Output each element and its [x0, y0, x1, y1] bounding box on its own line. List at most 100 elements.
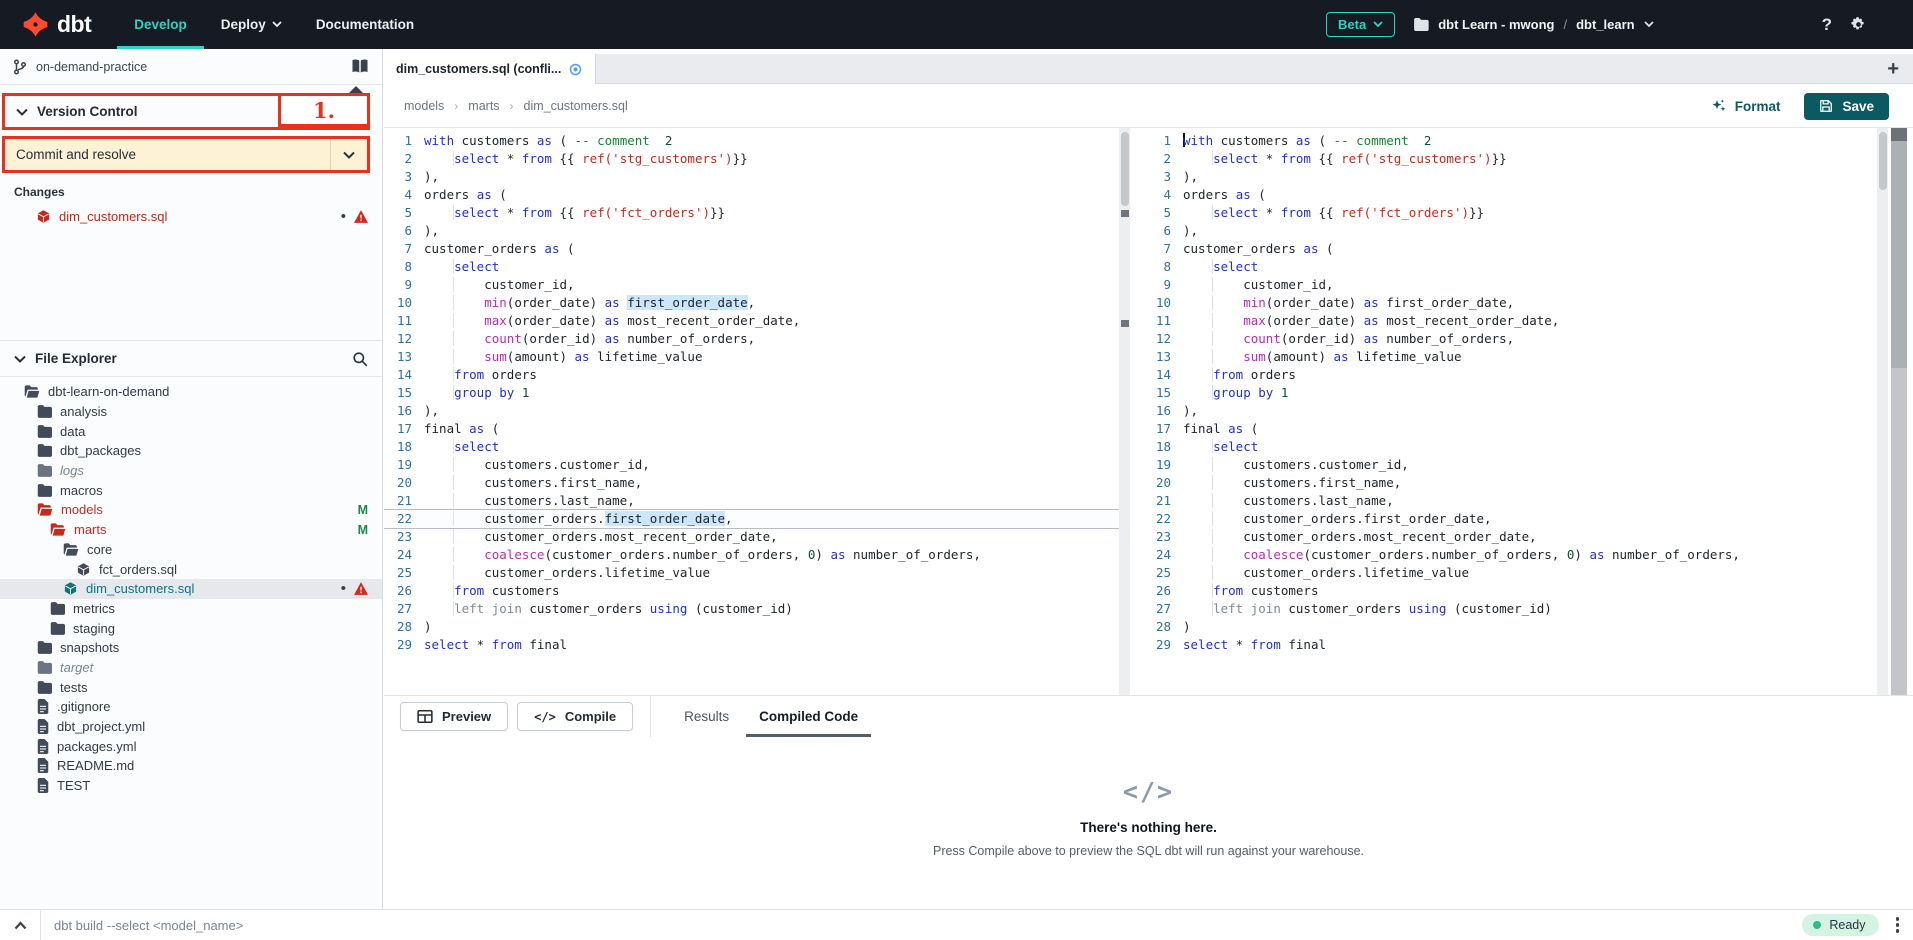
tree-item-macros[interactable]: macros	[0, 480, 382, 500]
breadcrumb-item[interactable]: dim_customers.sql	[524, 99, 628, 113]
code-line[interactable]: 24 coalesce(customer_orders.number_of_or…	[1143, 546, 1888, 564]
code-line[interactable]: 28)	[384, 618, 1130, 636]
tree-item-dbt-packages[interactable]: dbt_packages	[0, 441, 382, 461]
tree-item-fct-orders-sql[interactable]: fct_orders.sql	[0, 559, 382, 579]
code-line[interactable]: 27 left join customer_orders using (cust…	[384, 600, 1130, 618]
code-line[interactable]: 20 customers.first_name,	[1143, 474, 1888, 492]
code-line[interactable]: 3),	[1143, 168, 1888, 186]
tree-item-dbt-project-yml[interactable]: dbt_project.yml	[0, 717, 382, 737]
editor-pane-left[interactable]: 1with customers as ( -- comment 22 selec…	[384, 128, 1130, 695]
nav-link-develop[interactable]: Develop	[117, 0, 204, 49]
code-line[interactable]: 2 select * from {{ ref('stg_customers')}…	[1143, 150, 1888, 168]
nav-link-deploy[interactable]: Deploy	[204, 0, 299, 49]
code-line[interactable]: 27 left join customer_orders using (cust…	[1143, 600, 1888, 618]
right-pane-scrollbar[interactable]	[1877, 128, 1888, 695]
tab-compiled-code[interactable]: Compiled Code	[744, 696, 873, 737]
code-line[interactable]: 11 max(order_date) as most_recent_order_…	[384, 312, 1130, 330]
file-explorer-header[interactable]: File Explorer	[0, 340, 382, 377]
code-line[interactable]: 3),	[384, 168, 1130, 186]
code-line[interactable]: 14 from orders	[384, 366, 1130, 384]
code-line[interactable]: 29select * from final	[384, 636, 1130, 654]
nav-link-documentation[interactable]: Documentation	[299, 0, 431, 49]
tree-item-core[interactable]: core	[0, 540, 382, 560]
settings-gear-icon[interactable]	[1850, 16, 1867, 33]
tree-item-analysis[interactable]: analysis	[0, 402, 382, 422]
code-line[interactable]: 29select * from final	[1143, 636, 1888, 654]
window-scrollbar[interactable]	[1891, 128, 1907, 695]
code-line[interactable]: 9 customer_id,	[384, 276, 1130, 294]
tree-item-target[interactable]: target	[0, 658, 382, 678]
code-line[interactable]: 28)	[1143, 618, 1888, 636]
dbt-logo[interactable]: dbt	[0, 0, 117, 49]
new-tab-button[interactable]: +	[1887, 54, 1899, 84]
code-line[interactable]: 23 customer_orders.most_recent_order_dat…	[1143, 528, 1888, 546]
changed-file-row[interactable]: dim_customers.sql•	[0, 205, 382, 228]
code-line[interactable]: 19 customers.customer_id,	[384, 456, 1130, 474]
code-line[interactable]: 6),	[384, 222, 1130, 240]
tree-item-test[interactable]: TEST	[0, 776, 382, 796]
command-bar-expand-button[interactable]	[0, 921, 40, 930]
code-line[interactable]: 1with customers as ( -- comment 2	[1143, 132, 1888, 150]
code-line[interactable]: 11 max(order_date) as most_recent_order_…	[1143, 312, 1888, 330]
breadcrumb-item[interactable]: models	[404, 99, 444, 113]
code-line[interactable]: 15 group by 1	[384, 384, 1130, 402]
preview-button[interactable]: Preview	[400, 702, 508, 731]
code-line[interactable]: 5 select * from {{ ref('fct_orders')}}	[384, 204, 1130, 222]
code-line[interactable]: 7customer_orders as (	[384, 240, 1130, 258]
tab-dim-customers[interactable]: dim_customers.sql (confli...	[384, 54, 596, 84]
code-line[interactable]: 5 select * from {{ ref('fct_orders')}}	[1143, 204, 1888, 222]
tab-results[interactable]: Results	[669, 696, 744, 737]
code-line[interactable]: 18 select	[1143, 438, 1888, 456]
tree-item-marts[interactable]: martsM	[0, 520, 382, 540]
code-line[interactable]: 24 coalesce(customer_orders.number_of_or…	[384, 546, 1130, 564]
code-line[interactable]: 13 sum(amount) as lifetime_value	[384, 348, 1130, 366]
code-line[interactable]: 20 customers.first_name,	[384, 474, 1130, 492]
kebab-menu-icon[interactable]	[1894, 915, 1902, 935]
scrollbar-thumb[interactable]	[1891, 128, 1907, 141]
code-line[interactable]: 19 customers.customer_id,	[1143, 456, 1888, 474]
help-button[interactable]: ?	[1822, 15, 1832, 35]
git-branch-selector[interactable]: on-demand-practice	[0, 49, 382, 85]
tree-item-metrics[interactable]: metrics	[0, 599, 382, 619]
code-line[interactable]: 13 sum(amount) as lifetime_value	[1143, 348, 1888, 366]
code-line[interactable]: 16),	[384, 402, 1130, 420]
code-line[interactable]: 12 count(order_id) as number_of_orders,	[1143, 330, 1888, 348]
code-line[interactable]: 4orders as (	[384, 186, 1130, 204]
code-line[interactable]: 17final as (	[1143, 420, 1888, 438]
scrollbar-thumb[interactable]	[1879, 132, 1887, 190]
code-line[interactable]: 25 customer_orders.lifetime_value	[384, 564, 1130, 582]
format-button[interactable]: Format	[1711, 98, 1781, 114]
editor-pane-right[interactable]: 1with customers as ( -- comment 22 selec…	[1143, 128, 1888, 695]
code-line[interactable]: 4orders as (	[1143, 186, 1888, 204]
tree-item-dim-customers-sql[interactable]: dim_customers.sql•	[0, 579, 382, 599]
code-line[interactable]: 18 select	[384, 438, 1130, 456]
commit-dropdown-button[interactable]	[331, 151, 367, 159]
code-line[interactable]: 23 customer_orders.most_recent_order_dat…	[384, 528, 1130, 546]
tree-item--gitignore[interactable]: .gitignore	[0, 697, 382, 717]
code-line[interactable]: 22 customer_orders.first_order_date,	[384, 510, 1130, 528]
account-project-selector[interactable]: dbt Learn - mwong / dbt_learn	[1413, 17, 1653, 32]
code-line[interactable]: 26 from customers	[1143, 582, 1888, 600]
tree-item-models[interactable]: modelsM	[0, 500, 382, 520]
beta-button[interactable]: Beta	[1326, 12, 1395, 37]
code-line[interactable]: 10 min(order_date) as first_order_date,	[1143, 294, 1888, 312]
code-line[interactable]: 17final as (	[384, 420, 1130, 438]
code-line[interactable]: 2 select * from {{ ref('stg_customers')}…	[384, 150, 1130, 168]
code-line[interactable]: 6),	[1143, 222, 1888, 240]
tree-item-data[interactable]: data	[0, 421, 382, 441]
code-line[interactable]: 7customer_orders as (	[1143, 240, 1888, 258]
command-input[interactable]: dbt build --select <model_name>	[54, 918, 1802, 933]
code-line[interactable]: 26 from customers	[384, 582, 1130, 600]
tree-item-readme-md[interactable]: README.md	[0, 756, 382, 776]
code-line[interactable]: 25 customer_orders.lifetime_value	[1143, 564, 1888, 582]
save-button[interactable]: Save	[1804, 93, 1889, 120]
code-line[interactable]: 21 customers.last_name,	[1143, 492, 1888, 510]
tree-item-dbt-learn-on-demand[interactable]: dbt-learn-on-demand	[0, 382, 382, 402]
code-line[interactable]: 9 customer_id,	[1143, 276, 1888, 294]
breadcrumb-item[interactable]: marts	[468, 99, 499, 113]
code-line[interactable]: 22 customer_orders.first_order_date,	[1143, 510, 1888, 528]
code-line[interactable]: 15 group by 1	[1143, 384, 1888, 402]
search-icon[interactable]	[352, 351, 368, 367]
code-line[interactable]: 10 min(order_date) as first_order_date,	[384, 294, 1130, 312]
code-line[interactable]: 8 select	[384, 258, 1130, 276]
